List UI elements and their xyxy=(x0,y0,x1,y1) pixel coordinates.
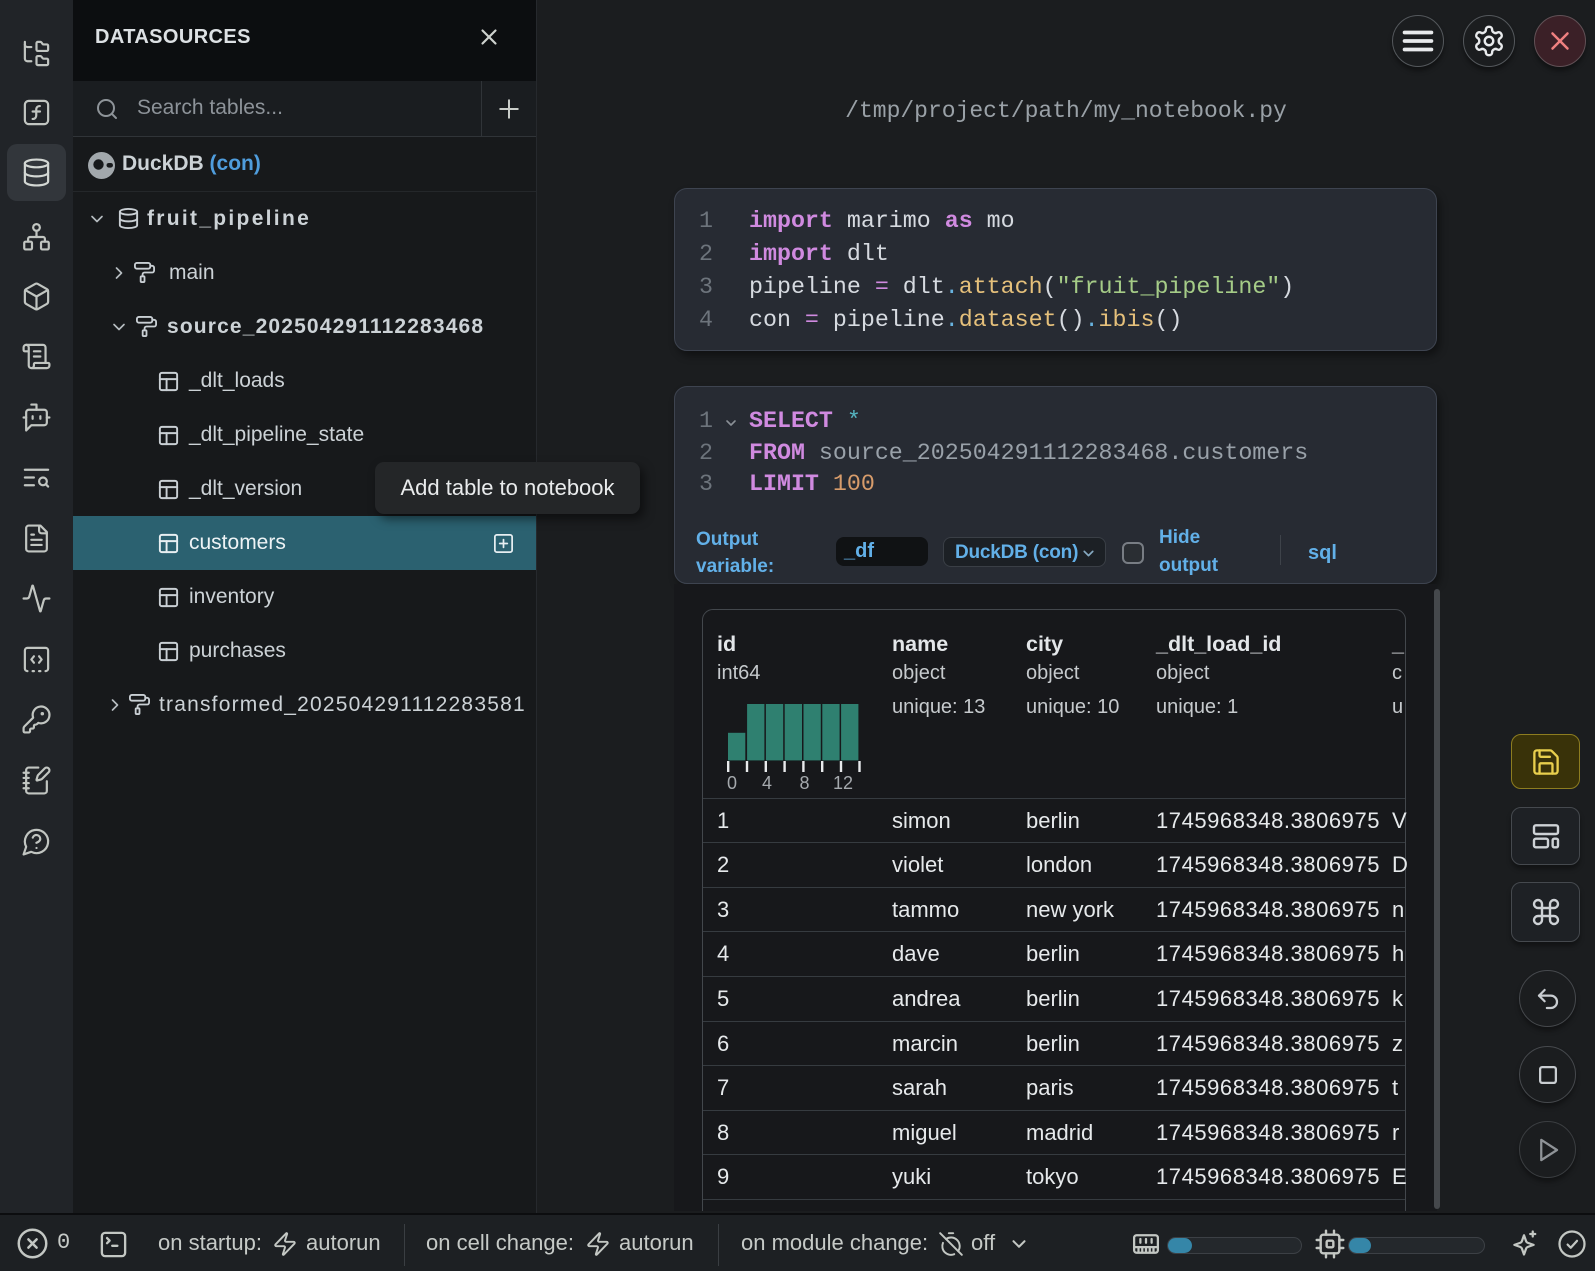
svg-text:8: 8 xyxy=(799,773,809,793)
svg-text:0: 0 xyxy=(727,773,737,793)
svg-text:4: 4 xyxy=(762,773,772,793)
svg-text:12: 12 xyxy=(833,773,853,793)
